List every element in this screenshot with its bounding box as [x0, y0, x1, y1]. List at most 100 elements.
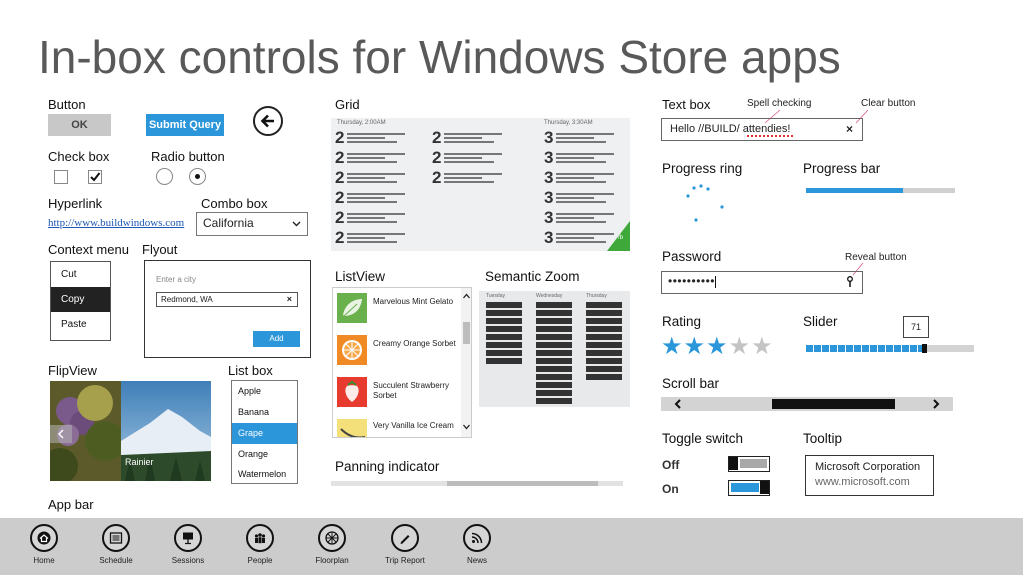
context-menu-item-cut[interactable]: Cut: [51, 262, 110, 287]
semzoom-time-cell[interactable]: [586, 310, 622, 316]
back-button[interactable]: [253, 106, 283, 136]
semzoom-time-cell[interactable]: [536, 390, 572, 396]
semzoom-time-cell[interactable]: [536, 350, 572, 356]
app-bar: [0, 518, 1023, 575]
submit-query-button[interactable]: Submit Query: [146, 114, 224, 136]
semzoom-time-cell[interactable]: [536, 366, 572, 372]
semzoom-time-cell[interactable]: [486, 318, 522, 324]
home-icon: [37, 531, 51, 545]
appbar-news-button[interactable]: News: [447, 524, 507, 565]
semzoom-time-cell[interactable]: [486, 302, 522, 308]
appbar-floorplan-button[interactable]: Floorplan: [302, 524, 362, 565]
progress-bar-section-label: Progress bar: [803, 161, 881, 176]
rating-star[interactable]: ★: [751, 333, 774, 360]
list-item[interactable]: Succulent Strawberry Sorbet: [373, 381, 463, 401]
listbox-item-watermelon[interactable]: Watermelon: [232, 465, 297, 484]
context-menu-item-paste[interactable]: Paste: [51, 312, 110, 337]
add-button[interactable]: Add: [253, 331, 300, 347]
scroll-up-icon[interactable]: [461, 291, 472, 301]
semzoom-time-cell[interactable]: [586, 350, 622, 356]
semzoom-time-cell[interactable]: [586, 358, 622, 364]
scroll-down-icon[interactable]: [461, 422, 472, 432]
flipview[interactable]: Rainier: [50, 381, 211, 481]
radio-selected[interactable]: [189, 168, 206, 185]
ok-button[interactable]: OK: [48, 114, 111, 136]
appbar-trip-report-button[interactable]: Trip Report: [375, 524, 435, 565]
combobox-section-label: Combo box: [201, 196, 268, 211]
listview-section-label: ListView: [335, 269, 386, 284]
appbar-schedule-label: Schedule: [99, 556, 133, 565]
semzoom-time-cell[interactable]: [586, 342, 622, 348]
semantic-zoom[interactable]: Tuesday Wednesday Thursday: [479, 291, 630, 407]
semzoom-time-cell[interactable]: [536, 310, 572, 316]
context-menu-section-label: Context menu: [48, 242, 129, 257]
appbar-sessions-button[interactable]: Sessions: [158, 524, 218, 565]
appbar-schedule-button[interactable]: Schedule: [86, 524, 146, 565]
semzoom-time-cell[interactable]: [486, 334, 522, 340]
list-item[interactable]: Creamy Orange Sorbet: [373, 339, 463, 349]
hyperlink[interactable]: http://www.buildwindows.com: [48, 217, 184, 229]
semzoom-time-cell[interactable]: [486, 326, 522, 332]
semzoom-time-cell[interactable]: [586, 366, 622, 372]
checkbox-checked[interactable]: [88, 170, 102, 184]
semzoom-time-cell[interactable]: [536, 342, 572, 348]
rating-star[interactable]: ★: [706, 333, 729, 360]
listbox-item-orange[interactable]: Orange: [232, 444, 297, 465]
semzoom-time-cell[interactable]: [536, 318, 572, 324]
semzoom-time-cell[interactable]: [536, 326, 572, 332]
semzoom-time-cell[interactable]: [486, 358, 522, 364]
text-box[interactable]: Hello //BUILD/ attendies! ×: [661, 118, 863, 141]
semzoom-time-cell[interactable]: [586, 326, 622, 332]
semzoom-time-cell[interactable]: [586, 374, 622, 380]
listview-scrollbar[interactable]: [461, 288, 472, 437]
password-field[interactable]: ••••••••••: [661, 271, 863, 294]
rating-star[interactable]: ★: [661, 333, 684, 360]
semzoom-time-cell[interactable]: [536, 334, 572, 340]
clear-icon[interactable]: ×: [287, 293, 292, 306]
appbar-home-button[interactable]: Home: [14, 524, 74, 565]
listbox-item-apple[interactable]: Apple: [232, 381, 297, 402]
rating-section-label: Rating: [662, 314, 702, 329]
list-view[interactable]: Marvelous Mint Gelato Creamy Orange Sorb…: [332, 287, 472, 438]
semzoom-time-cell[interactable]: [586, 302, 622, 308]
semzoom-time-cell[interactable]: [486, 342, 522, 348]
appbar-people-button[interactable]: People: [230, 524, 290, 565]
progress-ring-section-label: Progress ring: [662, 161, 743, 176]
toggle-switch-on[interactable]: [728, 480, 770, 496]
hyperlink-section-label: Hyperlink: [48, 196, 103, 211]
semzoom-time-cell[interactable]: [536, 382, 572, 388]
checkbox-unchecked[interactable]: [54, 170, 68, 184]
radio-unselected[interactable]: [156, 168, 173, 185]
clear-icon[interactable]: ×: [846, 119, 853, 139]
semzoom-day: Tuesday: [486, 293, 505, 299]
reveal-icon[interactable]: [846, 276, 854, 288]
semzoom-time-cell[interactable]: [536, 398, 572, 404]
tooltip-url: www.microsoft.com: [815, 476, 910, 488]
semzoom-time-cell[interactable]: [536, 374, 572, 380]
app-bar-section-label: App bar: [48, 497, 94, 512]
semzoom-time-cell[interactable]: [586, 318, 622, 324]
semzoom-time-cell[interactable]: [486, 310, 522, 316]
city-input[interactable]: Redmond, WA ×: [156, 292, 298, 307]
scroll-right-icon[interactable]: [931, 399, 941, 409]
rating-star[interactable]: ★: [729, 333, 752, 360]
combo-box[interactable]: California: [196, 212, 308, 236]
rating-control[interactable]: ★★★★★: [661, 335, 774, 359]
listbox-item-grape[interactable]: Grape: [232, 423, 297, 444]
scroll-bar-thumb[interactable]: [772, 399, 895, 409]
list-item[interactable]: Very Vanilla Ice Cream: [373, 421, 463, 431]
grid-view[interactable]: Thursday, 2:00AM Thursday, 3:30AM 222222…: [331, 118, 630, 251]
semzoom-time-cell[interactable]: [536, 302, 572, 308]
listview-scroll-thumb[interactable]: [463, 322, 470, 344]
context-menu-item-copy[interactable]: Copy: [51, 287, 110, 312]
semzoom-time-cell[interactable]: [586, 334, 622, 340]
rating-star[interactable]: ★: [684, 333, 707, 360]
listbox-item-banana[interactable]: Banana: [232, 402, 297, 423]
semzoom-time-cell[interactable]: [536, 358, 572, 364]
semzoom-time-cell[interactable]: [486, 350, 522, 356]
slider-thumb[interactable]: [922, 344, 927, 353]
toggle-switch-off[interactable]: [728, 456, 770, 472]
scroll-left-icon[interactable]: [673, 399, 683, 409]
panning-indicator-thumb[interactable]: [447, 481, 598, 486]
list-item[interactable]: Marvelous Mint Gelato: [373, 297, 463, 307]
